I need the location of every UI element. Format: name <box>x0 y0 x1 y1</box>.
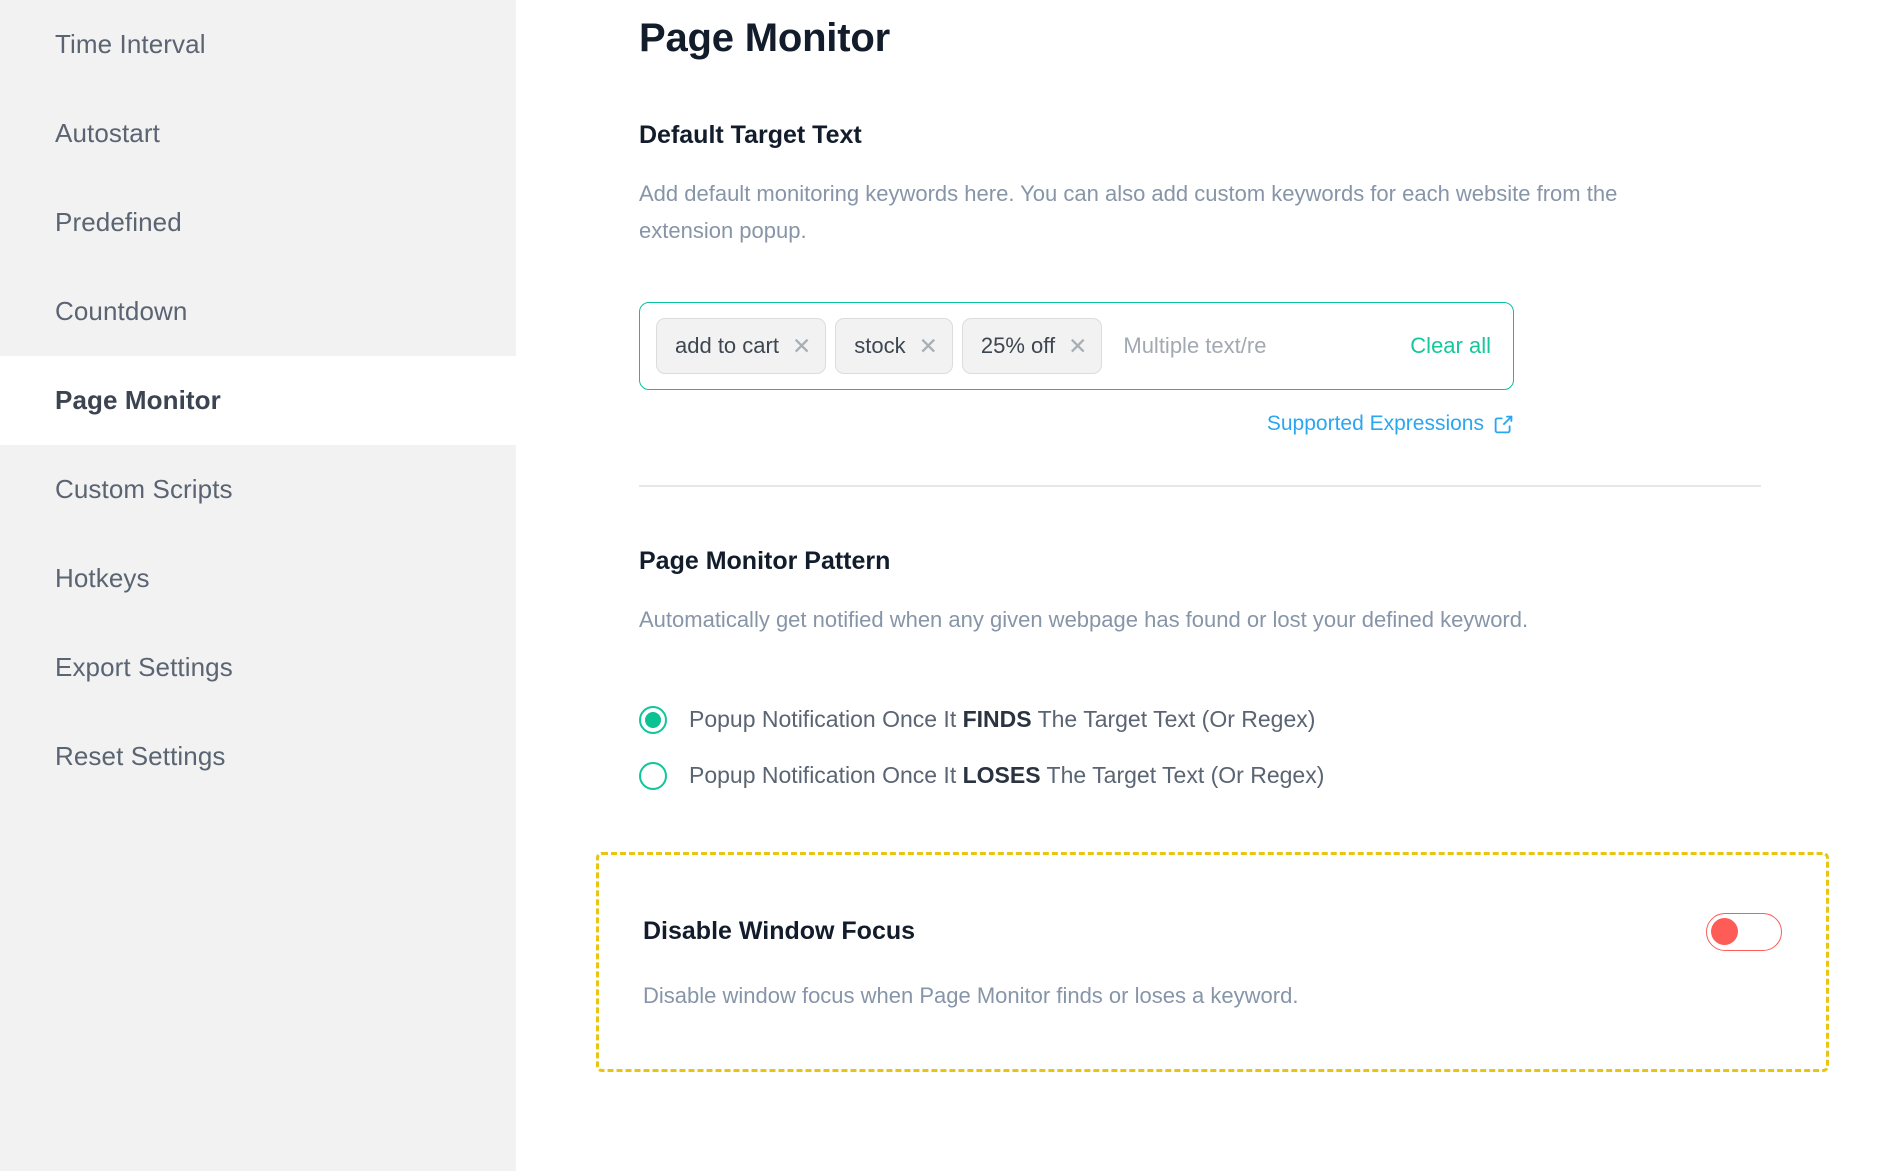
radio-label-finds: Popup Notification Once It FINDS The Tar… <box>689 706 1316 733</box>
keyword-tag[interactable]: 25% off ✕ <box>961 318 1103 375</box>
sidebar-item-countdown[interactable]: Countdown <box>0 267 516 356</box>
radio-label-loses: Popup Notification Once It LOSES The Tar… <box>689 762 1325 789</box>
remove-tag-icon[interactable]: ✕ <box>919 334 938 358</box>
section-divider <box>639 485 1761 488</box>
disable-window-focus-toggle[interactable] <box>1706 912 1782 951</box>
page-title: Page Monitor <box>639 16 890 60</box>
sidebar-item-label: Reset Settings <box>55 741 226 771</box>
disable-window-focus-title: Disable Window Focus <box>643 917 916 946</box>
sidebar-item-label: Time Interval <box>55 29 206 59</box>
keyword-input-placeholder[interactable]: Multiple text/re <box>1111 333 1400 359</box>
sidebar-item-label: Custom Scripts <box>55 474 233 504</box>
sidebar-item-hotkeys[interactable]: Hotkeys <box>0 534 516 623</box>
supported-expressions-row: Supported Expressions <box>639 412 1514 436</box>
default-target-text-field-wrap: add to cart ✕ stock ✕ 25% off ✕ Multiple… <box>639 302 1514 436</box>
supported-expressions-link[interactable]: Supported Expressions <box>1267 412 1514 436</box>
page-monitor-pattern-description: Automatically get notified when any give… <box>639 607 1529 633</box>
radio-option-finds[interactable]: Popup Notification Once It FINDS The Tar… <box>639 692 1890 748</box>
remove-tag-icon[interactable]: ✕ <box>792 334 811 358</box>
settings-page: Time Interval Autostart Predefined Count… <box>0 0 1890 1171</box>
keyword-tag-label: stock <box>854 333 906 359</box>
sidebar-item-page-monitor[interactable]: Page Monitor <box>0 356 516 445</box>
sidebar-item-reset-settings[interactable]: Reset Settings <box>0 712 516 801</box>
supported-expressions-label: Supported Expressions <box>1266 412 1484 436</box>
radio-button-finds[interactable] <box>639 705 667 734</box>
sidebar-item-label: Countdown <box>55 296 188 326</box>
sidebar-item-label: Autostart <box>55 118 160 148</box>
radio-option-loses[interactable]: Popup Notification Once It LOSES The Tar… <box>639 748 1890 804</box>
sidebar-item-autostart[interactable]: Autostart <box>0 89 516 178</box>
keyword-tag-input[interactable]: add to cart ✕ stock ✕ 25% off ✕ Multiple… <box>639 302 1514 391</box>
remove-tag-icon[interactable]: ✕ <box>1068 334 1087 358</box>
sidebar-item-label: Predefined <box>55 207 182 237</box>
default-target-text-description: Add default monitoring keywords here. Yo… <box>639 181 1618 243</box>
sidebar-item-predefined[interactable]: Predefined <box>0 178 516 267</box>
page-monitor-pattern-heading: Page Monitor Pattern <box>639 547 891 576</box>
external-link-icon <box>1493 414 1514 435</box>
clear-all-button[interactable]: Clear all <box>1400 333 1495 359</box>
radio-button-loses[interactable] <box>639 761 667 790</box>
keyword-tag[interactable]: add to cart ✕ <box>656 318 827 375</box>
sidebar: Time Interval Autostart Predefined Count… <box>0 0 516 1171</box>
sidebar-item-label: Hotkeys <box>55 563 150 593</box>
disable-window-focus-section: Disable Window Focus Disable window focu… <box>596 851 1829 1072</box>
sidebar-nav-list: Time Interval Autostart Predefined Count… <box>0 0 516 801</box>
disable-window-focus-description: Disable window focus when Page Monitor f… <box>643 982 1299 1008</box>
keyword-tag-label: 25% off <box>980 333 1056 359</box>
toggle-knob <box>1711 917 1738 945</box>
default-target-text-heading: Default Target Text <box>639 121 862 149</box>
sidebar-item-time-interval[interactable]: Time Interval <box>0 0 516 89</box>
sidebar-item-export-settings[interactable]: Export Settings <box>0 623 516 712</box>
keyword-tag[interactable]: stock ✕ <box>835 318 953 375</box>
main-content: Page Monitor Default Target Text Add def… <box>516 0 1890 1171</box>
sidebar-item-custom-scripts[interactable]: Custom Scripts <box>0 445 516 534</box>
sidebar-item-label: Page Monitor <box>55 385 221 415</box>
keyword-tag-label: add to cart <box>675 333 779 359</box>
disable-window-focus-header: Disable Window Focus <box>643 912 1782 951</box>
sidebar-item-label: Export Settings <box>55 652 233 682</box>
page-monitor-pattern-radio-group: Popup Notification Once It FINDS The Tar… <box>639 692 1890 804</box>
